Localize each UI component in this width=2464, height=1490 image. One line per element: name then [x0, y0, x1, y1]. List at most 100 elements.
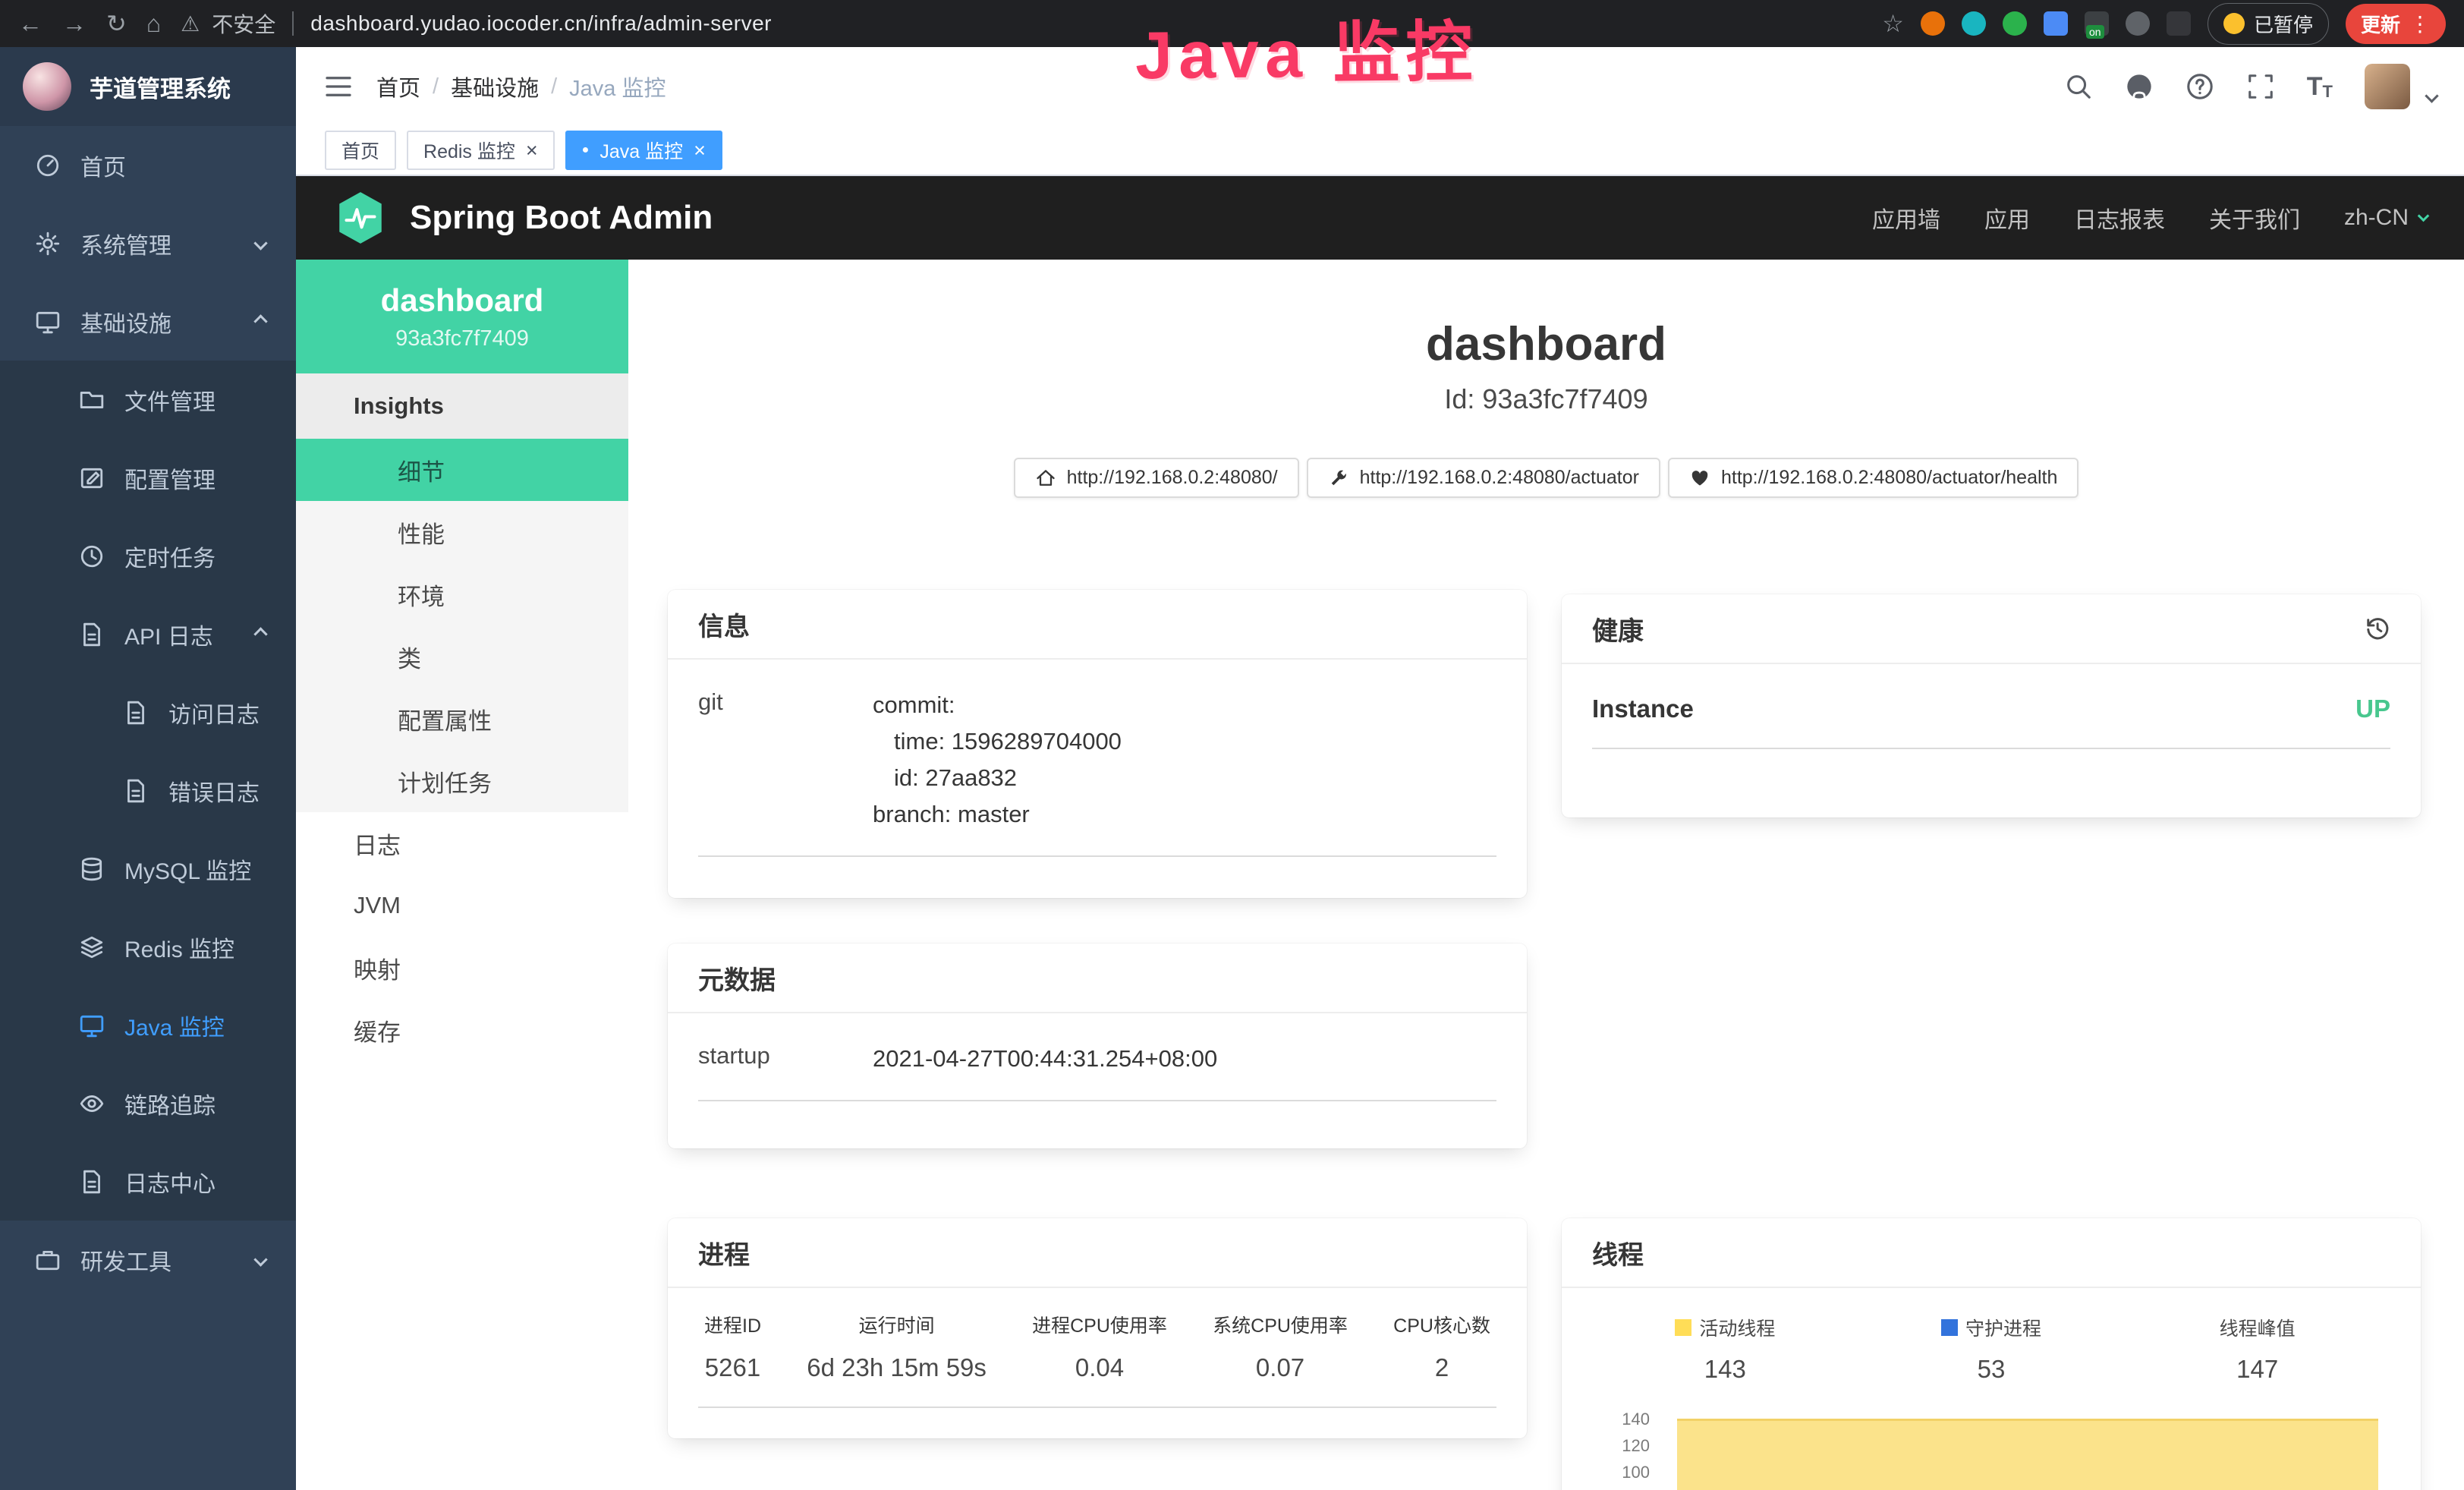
extension-icon[interactable]: [1921, 11, 1945, 36]
info-key: git: [698, 687, 873, 833]
sidebar-item-api-log[interactable]: API 日志: [0, 595, 296, 673]
sidebar-item-label: 错误日志: [168, 774, 260, 808]
sidebar-item-file-management[interactable]: 文件管理: [0, 361, 296, 439]
extension-icon[interactable]: [2167, 11, 2191, 36]
process-header: 进程ID: [704, 1311, 761, 1338]
on-badge: on: [2086, 25, 2104, 39]
sidebar-item-infrastructure[interactable]: 基础设施: [0, 282, 296, 361]
sidebar-item-label: 首页: [80, 149, 126, 182]
database-icon: [79, 856, 105, 882]
user-avatar[interactable]: [2365, 64, 2410, 109]
font-size-icon[interactable]: TT: [2307, 72, 2333, 102]
sba-nav-wallboard[interactable]: 应用墙: [1872, 201, 1940, 235]
folder-icon: [79, 387, 105, 413]
tab-java-monitor[interactable]: ● Java 监控 ×: [565, 131, 722, 170]
github-icon[interactable]: [2125, 72, 2154, 101]
active-dot-icon: ●: [582, 144, 590, 156]
sba-item-metrics[interactable]: 性能: [296, 501, 628, 563]
tab-home[interactable]: 首页: [325, 131, 396, 170]
extension-icon[interactable]: [2126, 11, 2150, 36]
sba-item-config-props[interactable]: 配置属性: [296, 688, 628, 750]
bookmark-star-icon[interactable]: ☆: [1882, 11, 1904, 36]
sba-instance-header[interactable]: dashboard 93a3fc7f7409: [296, 260, 628, 373]
y-axis-tick: 100: [1592, 1463, 1650, 1482]
sba-item-mappings[interactable]: 映射: [296, 937, 628, 999]
sidebar-item-label: 访问日志: [168, 696, 260, 729]
update-label: 更新: [2361, 10, 2400, 38]
browser-menu-icon[interactable]: ⋮: [2409, 11, 2431, 36]
address-bar[interactable]: ⚠ 不安全 dashboard.yudao.iocoder.cn/infra/a…: [181, 8, 772, 39]
sidebar-item-label: API 日志: [124, 618, 213, 651]
sidebar-item-redis-monitor[interactable]: Redis 监控: [0, 908, 296, 986]
process-header: 进程CPU使用率: [1032, 1311, 1167, 1338]
clock-icon: [79, 543, 105, 569]
instance-id-line: Id: 93a3fc7f7409: [628, 383, 2464, 415]
extension-icon[interactable]: [1962, 11, 1986, 36]
sba-item-jvm[interactable]: JVM: [296, 874, 628, 937]
sidebar-item-label: Java 监控: [124, 1009, 225, 1042]
extension-icon[interactable]: [2003, 11, 2027, 36]
extension-icon[interactable]: on: [2085, 11, 2109, 36]
hamburger-icon[interactable]: [323, 71, 354, 102]
sidebar-item-system[interactable]: 系统管理: [0, 204, 296, 282]
legend-value: 143: [1592, 1355, 1858, 1384]
url-text[interactable]: dashboard.yudao.iocoder.cn/infra/admin-s…: [310, 11, 772, 36]
search-icon[interactable]: [2064, 72, 2093, 101]
sba-nav-journal[interactable]: 日志报表: [2074, 201, 2165, 235]
metadata-card: 元数据 startup 2021-04-27T00:44:31.254+08:0…: [668, 943, 1527, 1148]
sba-item-details[interactable]: 细节: [296, 439, 628, 501]
sidebar-item-java-monitor[interactable]: Java 监控: [0, 986, 296, 1064]
sidebar-item-error-log[interactable]: 错误日志: [0, 751, 296, 830]
process-col-system-cpu: 系统CPU使用率 0.07: [1213, 1311, 1348, 1382]
sidebar-item-tracing[interactable]: 链路追踪: [0, 1064, 296, 1142]
sidebar-item-log-center[interactable]: 日志中心: [0, 1142, 296, 1221]
process-card: 进程 进程ID 5261 运行时间 6d 23h 15m 59s 进程CPU使用…: [668, 1218, 1527, 1438]
sba-language-value: zh-CN: [2344, 205, 2409, 231]
sba-item-environment[interactable]: 环境: [296, 563, 628, 625]
avatar-caret-icon[interactable]: [2425, 89, 2438, 102]
service-url-button[interactable]: http://192.168.0.2:48080/: [1014, 458, 1299, 498]
heart-icon: [1689, 468, 1710, 489]
sba-language-select[interactable]: zh-CN: [2344, 205, 2428, 231]
sba-item-scheduled-tasks[interactable]: 计划任务: [296, 750, 628, 812]
actuator-url-button[interactable]: http://192.168.0.2:48080/actuator: [1307, 458, 1660, 498]
sba-nav-about[interactable]: 关于我们: [2209, 201, 2300, 235]
sidebar-item-scheduled-jobs[interactable]: 定时任务: [0, 517, 296, 595]
close-icon[interactable]: ×: [694, 139, 706, 162]
health-url-button[interactable]: http://192.168.0.2:48080/actuator/health: [1668, 458, 2079, 498]
card-title: 线程: [1592, 1234, 1644, 1271]
breadcrumb-infrastructure[interactable]: 基础设施: [451, 71, 539, 102]
app-logo[interactable]: 芋道管理系统: [0, 47, 296, 126]
instance-title: dashboard: [628, 260, 2464, 371]
gear-icon: [35, 231, 61, 257]
sba-item-beans[interactable]: 类: [296, 625, 628, 688]
threads-legend: 活动线程 143 守护进程 53 线程峰值 147: [1592, 1288, 2390, 1384]
home-icon[interactable]: ⌂: [146, 11, 161, 36]
tab-redis-monitor[interactable]: Redis 监控 ×: [407, 131, 555, 170]
process-col-cpus: CPU核心数 2: [1393, 1311, 1490, 1382]
process-value: 6d 23h 15m 59s: [807, 1353, 987, 1382]
sidebar-item-label: 研发工具: [80, 1243, 172, 1277]
paused-badge[interactable]: 已暂停: [2208, 3, 2329, 45]
update-button[interactable]: 更新 ⋮: [2346, 4, 2446, 44]
header-actions: TT: [2064, 64, 2437, 109]
sba-item-loggers[interactable]: 日志: [296, 812, 628, 874]
sidebar-item-config-management[interactable]: 配置管理: [0, 439, 296, 517]
fullscreen-icon[interactable]: [2246, 72, 2275, 101]
reload-icon[interactable]: ↻: [106, 11, 127, 36]
close-icon[interactable]: ×: [526, 139, 538, 162]
history-icon[interactable]: [2363, 615, 2390, 642]
dashboard-icon: [35, 153, 61, 178]
sidebar-item-dev-tools[interactable]: 研发工具: [0, 1221, 296, 1299]
help-icon[interactable]: [2186, 72, 2214, 101]
sba-item-caches[interactable]: 缓存: [296, 999, 628, 1061]
breadcrumb-home[interactable]: 首页: [376, 71, 420, 102]
sidebar-item-home[interactable]: 首页: [0, 126, 296, 204]
extension-icon[interactable]: [2044, 11, 2068, 36]
sidebar-item-label: Redis 监控: [124, 931, 234, 964]
sba-nav-applications[interactable]: 应用: [1984, 201, 2030, 235]
sidebar-item-mysql-monitor[interactable]: MySQL 监控: [0, 830, 296, 908]
forward-icon[interactable]: →: [62, 11, 87, 36]
sidebar-item-access-log[interactable]: 访问日志: [0, 673, 296, 751]
back-icon[interactable]: ←: [18, 11, 42, 36]
